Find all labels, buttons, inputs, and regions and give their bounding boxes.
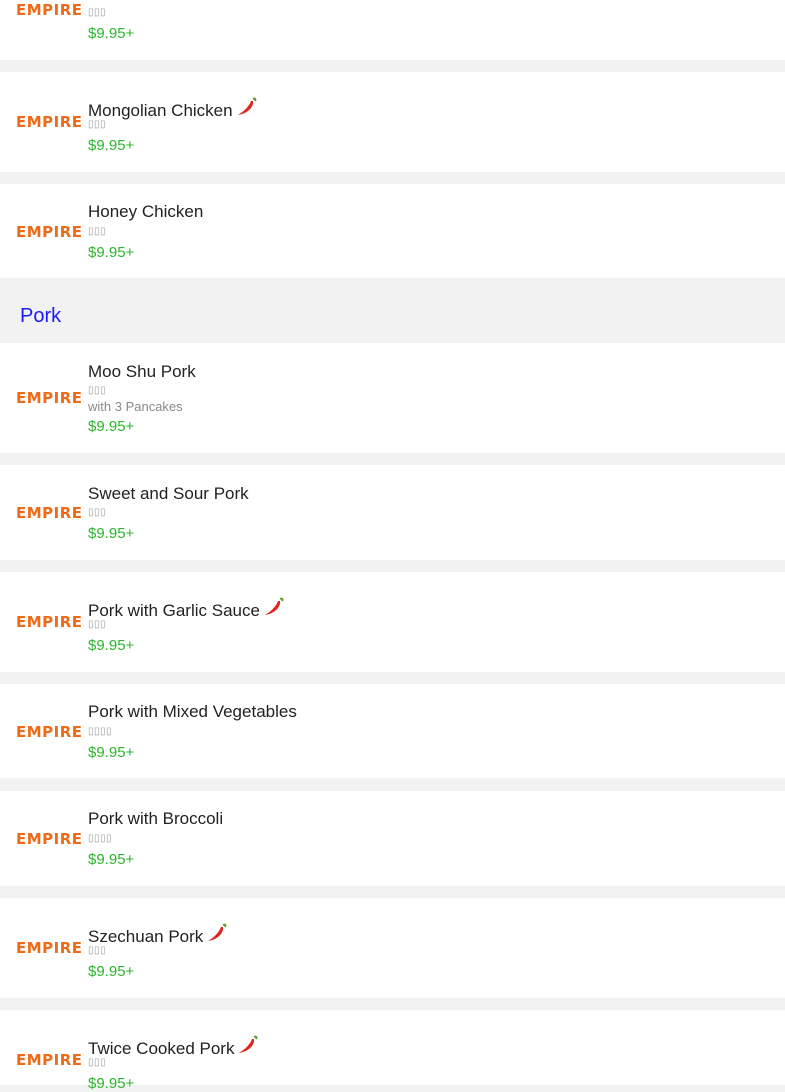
item-name: Szechuan Pork: [88, 927, 204, 946]
section-title-pork[interactable]: Pork: [20, 306, 61, 326]
item-logo: EMPIRE: [16, 389, 83, 407]
chili-pepper-icon: [264, 597, 284, 615]
item-logo: EMPIRE: [16, 1, 83, 19]
item-price: $9.95+: [88, 1075, 135, 1092]
menu-item[interactable]: EMPIRE Mongolian Chicken ▯▯▯ $9.95+: [0, 72, 785, 172]
item-logo: EMPIRE: [16, 113, 83, 131]
chili-pepper-icon: [239, 1035, 258, 1053]
item-name: Honey Chicken: [88, 202, 204, 221]
item-name: Sweet and Sour Pork: [88, 484, 249, 503]
item-name-row: Szechuan Pork: [88, 922, 228, 945]
menu-item[interactable]: EMPIRE ▯▯▯ $9.95+: [0, 0, 785, 60]
item-logo: EMPIRE: [16, 223, 83, 241]
item-name-row: Mongolian Chicken: [88, 96, 258, 119]
item-chinese-name: ▯▯▯▯: [88, 726, 113, 737]
item-logo: EMPIRE: [16, 1051, 83, 1069]
menu-item[interactable]: EMPIRE Pork with Garlic Sauce ▯▯▯ $9.95+: [0, 572, 785, 672]
menu-item[interactable]: EMPIRE Sweet and Sour Pork ▯▯▯ $9.95+: [0, 465, 785, 560]
menu-item[interactable]: EMPIRE Pork with Mixed Vegetables ▯▯▯▯ $…: [0, 684, 785, 778]
chili-pepper-icon: [237, 97, 256, 115]
item-chinese-name: ▯▯▯: [88, 507, 107, 518]
item-price: $9.95+: [88, 137, 135, 154]
item-chinese-name: ▯▯▯: [88, 7, 107, 18]
item-price: $9.95+: [88, 525, 135, 542]
item-logo: EMPIRE: [16, 723, 83, 741]
item-logo: EMPIRE: [16, 939, 83, 957]
item-logo: EMPIRE: [16, 830, 83, 848]
item-name: Moo Shu Pork: [88, 362, 196, 381]
item-logo: EMPIRE: [16, 504, 83, 522]
menu-item[interactable]: EMPIRE Honey Chicken ▯▯▯ $9.95+: [0, 184, 785, 278]
item-name: Pork with Mixed Vegetables: [88, 702, 297, 721]
item-name-row: Twice Cooked Pork: [88, 1034, 259, 1057]
item-name-row: Pork with Garlic Sauce: [88, 596, 285, 619]
item-price: $9.95+: [88, 963, 135, 980]
item-price: $9.95+: [88, 25, 135, 42]
menu-item[interactable]: EMPIRE Moo Shu Pork ▯▯▯ with 3 Pancakes …: [0, 343, 785, 453]
item-price: $9.95+: [88, 744, 135, 761]
item-name: Twice Cooked Pork: [88, 1039, 235, 1058]
menu-item[interactable]: EMPIRE Szechuan Pork ▯▯▯ $9.95+: [0, 898, 785, 998]
menu-item[interactable]: EMPIRE Twice Cooked Pork ▯▯▯ $9.95+: [0, 1010, 785, 1091]
item-name: Pork with Broccoli: [88, 809, 224, 828]
item-chinese-name: ▯▯▯: [88, 1057, 107, 1068]
item-chinese-name: ▯▯▯: [88, 226, 107, 237]
item-chinese-name: ▯▯▯: [88, 119, 107, 130]
item-chinese-name: ▯▯▯: [88, 619, 107, 630]
item-price: $9.95+: [88, 637, 135, 654]
menu-item[interactable]: EMPIRE Pork with Broccoli ▯▯▯▯ $9.95+: [0, 791, 785, 886]
item-chinese-name: ▯▯▯: [88, 385, 107, 396]
item-description: with 3 Pancakes: [88, 399, 183, 414]
chili-pepper-icon: [208, 923, 227, 941]
item-price: $9.95+: [88, 244, 135, 261]
item-price: $9.95+: [88, 851, 135, 868]
item-price: $9.95+: [88, 418, 135, 435]
item-chinese-name: ▯▯▯▯: [88, 833, 113, 844]
item-logo: EMPIRE: [16, 613, 83, 631]
item-name: Mongolian Chicken: [88, 101, 233, 120]
item-name: Pork with Garlic Sauce: [88, 601, 260, 620]
item-chinese-name: ▯▯▯: [88, 945, 107, 956]
